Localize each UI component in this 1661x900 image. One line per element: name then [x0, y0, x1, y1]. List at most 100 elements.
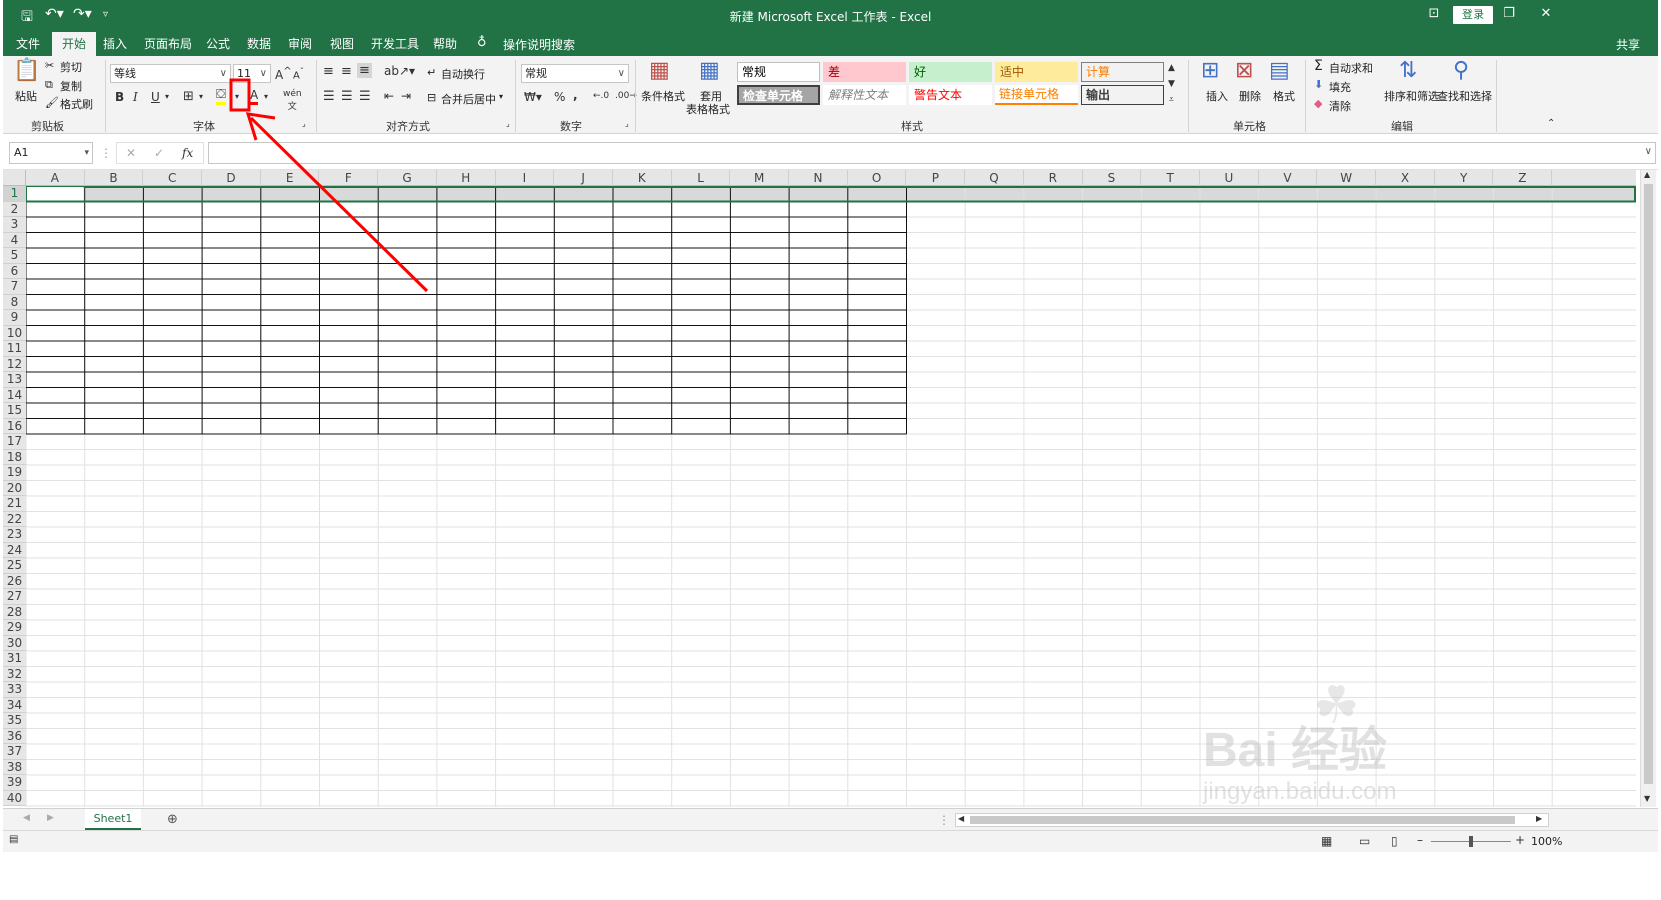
autosum-icon[interactable]: Σ: [1314, 58, 1323, 74]
scroll-right-icon[interactable]: ▶: [1536, 814, 1542, 823]
row-header-5[interactable]: 5: [3, 248, 26, 264]
insert-cells-icon[interactable]: ⊞: [1201, 58, 1219, 83]
style-check-cell[interactable]: 检查单元格: [737, 85, 820, 105]
enter-icon[interactable]: ✓: [154, 146, 164, 160]
style-linked-cell[interactable]: 链接单元格: [995, 85, 1078, 105]
scroll-thumb[interactable]: [1644, 184, 1653, 784]
style-calculation[interactable]: 计算: [1081, 62, 1164, 82]
eraser-icon[interactable]: ◆: [1314, 97, 1322, 110]
share-button[interactable]: 共享: [1616, 36, 1640, 53]
row-header-38[interactable]: 38: [3, 759, 26, 775]
percent-button[interactable]: %: [554, 90, 565, 104]
column-header-f[interactable]: F: [320, 170, 379, 186]
merge-center-button[interactable]: 合并后居中: [441, 91, 496, 107]
italic-button[interactable]: I: [133, 90, 138, 104]
paste-button[interactable]: 粘贴: [15, 88, 37, 104]
name-box[interactable]: A1 ▾: [9, 142, 93, 164]
row-header-3[interactable]: 3: [3, 217, 26, 233]
align-bottom-icon[interactable]: ≡: [357, 63, 372, 78]
style-warning[interactable]: 警告文本: [909, 85, 992, 105]
row-header-26[interactable]: 26: [3, 573, 26, 589]
row-header-12[interactable]: 12: [3, 356, 26, 372]
active-cell-a1[interactable]: [27, 187, 84, 201]
add-sheet-icon[interactable]: ⊕: [167, 812, 178, 827]
row-header-6[interactable]: 6: [3, 263, 26, 279]
font-color-icon[interactable]: A: [250, 88, 259, 105]
comma-button[interactable]: ,: [573, 88, 578, 102]
wrap-text-button[interactable]: 自动换行: [441, 66, 485, 82]
align-top-icon[interactable]: ≡: [323, 64, 334, 79]
row-header-14[interactable]: 14: [3, 387, 26, 403]
format-as-table-icon[interactable]: ▦: [699, 58, 720, 83]
borders-icon[interactable]: ⊞: [183, 89, 194, 104]
row-header-2[interactable]: 2: [3, 201, 26, 217]
column-header-r[interactable]: R: [1024, 170, 1083, 186]
cut-icon[interactable]: ✂: [45, 59, 54, 72]
tab-developer[interactable]: 开发工具: [371, 35, 419, 52]
row-header-29[interactable]: 29: [3, 620, 26, 636]
zoom-level[interactable]: 100%: [1531, 835, 1562, 848]
column-header-t[interactable]: T: [1141, 170, 1200, 186]
column-header-o[interactable]: O: [848, 170, 907, 186]
column-header-p[interactable]: P: [907, 170, 966, 186]
cancel-icon[interactable]: ✕: [126, 146, 136, 160]
column-header-n[interactable]: N: [789, 170, 848, 186]
tab-help[interactable]: 帮助: [433, 35, 457, 52]
row-header-16[interactable]: 16: [3, 418, 26, 434]
alignment-dialog-launcher-icon[interactable]: ⌟: [506, 119, 510, 128]
row-header-36[interactable]: 36: [3, 728, 26, 744]
tab-page-layout[interactable]: 页面布局: [144, 35, 192, 52]
style-bad[interactable]: 差: [823, 62, 906, 82]
collapse-ribbon-icon[interactable]: ⌃: [1547, 118, 1555, 129]
delete-cells-icon[interactable]: ⊠: [1235, 58, 1253, 83]
find-select-icon[interactable]: ⚲: [1453, 58, 1469, 83]
tab-view[interactable]: 视图: [330, 35, 354, 52]
row-header-28[interactable]: 28: [3, 604, 26, 620]
scroll-up-icon[interactable]: ▲: [1644, 170, 1650, 179]
scroll-left-icon[interactable]: ◀: [958, 814, 964, 823]
underline-button[interactable]: U: [151, 90, 160, 104]
row-header-4[interactable]: 4: [3, 232, 26, 248]
fill-color-dropdown-icon[interactable]: ▾: [235, 92, 239, 101]
tab-review[interactable]: 审阅: [288, 35, 312, 52]
row-header-20[interactable]: 20: [3, 480, 26, 496]
fill-icon[interactable]: ⬇: [1314, 78, 1323, 91]
sheet-tab-sheet1[interactable]: Sheet1: [85, 809, 141, 830]
row-header-37[interactable]: 37: [3, 744, 26, 760]
split-handle-icon[interactable]: ⋮: [938, 813, 950, 827]
column-header-u[interactable]: U: [1200, 170, 1259, 186]
font-name-combo[interactable]: 等线 ∨: [110, 64, 231, 83]
row-header-24[interactable]: 24: [3, 542, 26, 558]
column-header-k[interactable]: K: [613, 170, 672, 186]
clear-button[interactable]: 清除: [1329, 98, 1351, 114]
insert-cells-button[interactable]: 插入: [1206, 88, 1228, 104]
style-good[interactable]: 好: [909, 62, 992, 82]
normal-view-icon[interactable]: ▦: [1321, 834, 1332, 848]
column-header-v[interactable]: V: [1259, 170, 1318, 186]
column-header-l[interactable]: L: [672, 170, 731, 186]
zoom-slider-thumb[interactable]: [1469, 836, 1473, 847]
format-cells-icon[interactable]: ▤: [1269, 58, 1290, 83]
paste-icon[interactable]: 📋: [13, 58, 40, 83]
insert-function-button[interactable]: fx: [182, 146, 193, 160]
close-icon[interactable]: ✕: [1536, 6, 1556, 21]
row-header-7[interactable]: 7: [3, 279, 26, 295]
column-header-m[interactable]: M: [730, 170, 790, 186]
format-as-table-line2[interactable]: 表格格式: [686, 101, 730, 117]
next-sheet-icon[interactable]: ▶: [47, 813, 54, 823]
row-header-27[interactable]: 27: [3, 589, 26, 605]
align-middle-icon[interactable]: ≡: [341, 64, 352, 79]
row-header-30[interactable]: 30: [3, 635, 26, 651]
page-layout-view-icon[interactable]: ▭: [1359, 834, 1370, 848]
phonetic-icon[interactable]: wén 文: [283, 89, 302, 112]
restore-icon[interactable]: ❐: [1499, 6, 1519, 21]
find-select-button[interactable]: 查找和选择: [1437, 88, 1492, 104]
scroll-down-icon[interactable]: ▼: [1644, 794, 1650, 803]
fill-button[interactable]: 填充: [1329, 79, 1351, 95]
column-header-q[interactable]: Q: [965, 170, 1024, 186]
align-center-icon[interactable]: ☰: [341, 89, 353, 104]
column-header-y[interactable]: Y: [1435, 170, 1494, 186]
zoom-in-icon[interactable]: +: [1515, 833, 1525, 847]
vertical-scrollbar[interactable]: ▲ ▼: [1640, 170, 1656, 807]
column-header-b[interactable]: B: [85, 170, 144, 186]
